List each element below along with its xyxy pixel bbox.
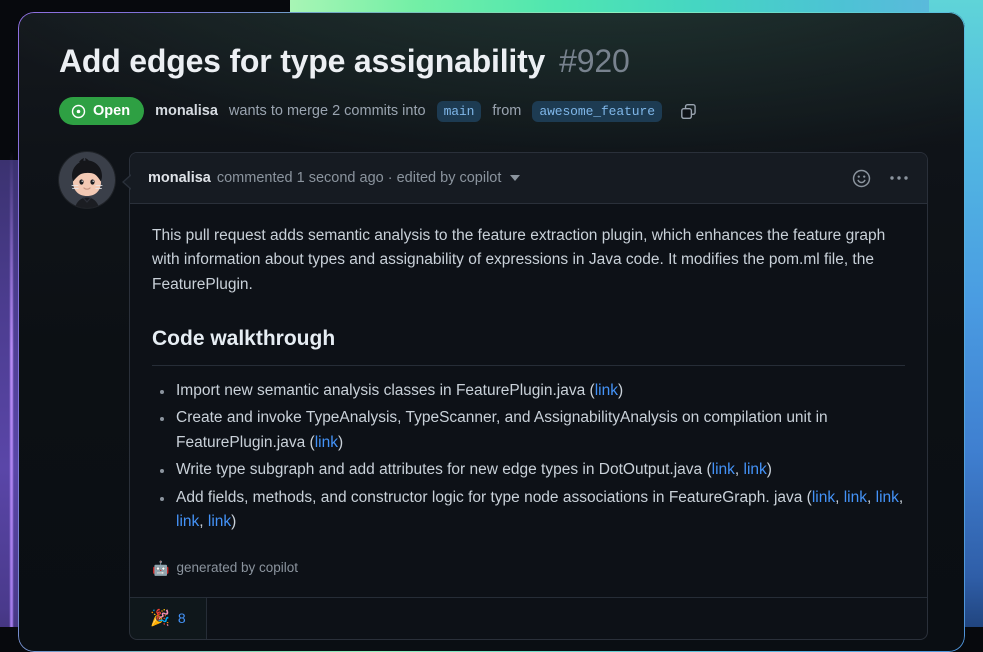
inline-link[interactable]: link <box>176 513 199 530</box>
list-item: Import new semantic analysis classes in … <box>152 379 905 403</box>
list-item-text: , <box>199 513 208 530</box>
generated-by-footer: 🤖 generated by copilot <box>152 557 905 597</box>
purple-edge-glow <box>10 150 13 627</box>
inline-link[interactable]: link <box>595 382 618 399</box>
chevron-down-icon[interactable] <box>510 175 520 181</box>
merge-description-1: wants to merge 2 commits into <box>229 103 426 119</box>
walkthrough-list: Import new semantic analysis classes in … <box>152 379 905 535</box>
list-item-text: Create and invoke TypeAnalysis, TypeScan… <box>176 409 828 450</box>
pull-request-meta-row: Open monalisa wants to merge 2 commits i… <box>59 97 928 125</box>
list-item: Write type subgraph and add attributes f… <box>152 458 905 482</box>
merge-description-2: from <box>492 103 521 119</box>
copy-branch-button[interactable] <box>676 98 702 124</box>
base-branch-chip[interactable]: main <box>437 101 482 122</box>
inline-link[interactable]: link <box>744 461 767 478</box>
pull-request-number: #920 <box>559 43 629 80</box>
page-title: Add edges for type assignability <box>59 43 545 80</box>
inline-link[interactable]: link <box>208 513 231 530</box>
reaction-count: 8 <box>178 610 186 626</box>
list-item: Create and invoke TypeAnalysis, TypeScan… <box>152 406 905 455</box>
list-item-text: , <box>735 461 744 478</box>
generated-by-label: generated by copilot <box>176 557 298 578</box>
comment-author[interactable]: monalisa <box>148 170 211 186</box>
list-item-text: , <box>899 489 903 506</box>
status-badge-label: Open <box>93 103 130 119</box>
pr-author-name[interactable]: monalisa <box>155 103 218 119</box>
list-item-text: , <box>867 489 876 506</box>
inline-link[interactable]: link <box>876 489 899 506</box>
comment-menu-button[interactable] <box>887 166 911 190</box>
kebab-menu-icon <box>889 175 909 181</box>
list-item-text: ) <box>338 434 343 451</box>
list-item-text: Write type subgraph and add attributes f… <box>176 461 712 478</box>
inline-link[interactable]: link <box>812 489 835 506</box>
reactions-row: 🎉 8 <box>130 597 927 639</box>
head-branch-chip[interactable]: awesome_feature <box>532 101 662 122</box>
list-item-text: ) <box>767 461 772 478</box>
section-heading: Code walkthrough <box>152 322 905 365</box>
inline-link[interactable]: link <box>315 434 338 451</box>
comment-pointer <box>124 174 133 190</box>
party-popper-reaction[interactable]: 🎉 8 <box>130 598 207 639</box>
list-item-text: ) <box>231 513 236 530</box>
party-popper-icon: 🎉 <box>150 608 170 628</box>
pull-request-header: Add edges for type assignability #920 Op… <box>19 13 964 125</box>
avatar[interactable] <box>59 152 115 208</box>
list-item-text: ) <box>618 382 623 399</box>
add-reaction-button[interactable] <box>849 166 873 190</box>
comment-header: monalisa commented 1 second ago · edited… <box>130 153 927 204</box>
inline-link[interactable]: link <box>844 489 867 506</box>
list-item-text: Import new semantic analysis classes in … <box>176 382 595 399</box>
pull-request-open-icon <box>71 104 86 119</box>
list-item-text: , <box>835 489 844 506</box>
robot-icon: 🤖 <box>152 557 169 579</box>
comment-box: monalisa commented 1 second ago · edited… <box>129 152 928 640</box>
pull-request-card: Add edges for type assignability #920 Op… <box>18 12 965 652</box>
comment-header-actions <box>849 166 911 190</box>
smiley-icon <box>852 169 871 188</box>
comment-timestamp: commented 1 second ago · edited by copil… <box>217 170 502 186</box>
title-row: Add edges for type assignability #920 <box>59 43 928 80</box>
comment-body: This pull request adds semantic analysis… <box>130 204 927 597</box>
copy-icon <box>680 103 697 120</box>
list-item: Add fields, methods, and constructor log… <box>152 486 905 535</box>
status-badge[interactable]: Open <box>59 97 144 125</box>
comment-area: monalisa commented 1 second ago · edited… <box>59 152 928 640</box>
intro-paragraph: This pull request adds semantic analysis… <box>152 224 905 297</box>
inline-link[interactable]: link <box>712 461 735 478</box>
list-item-text: Add fields, methods, and constructor log… <box>176 489 812 506</box>
octocat-avatar-icon <box>59 152 115 208</box>
